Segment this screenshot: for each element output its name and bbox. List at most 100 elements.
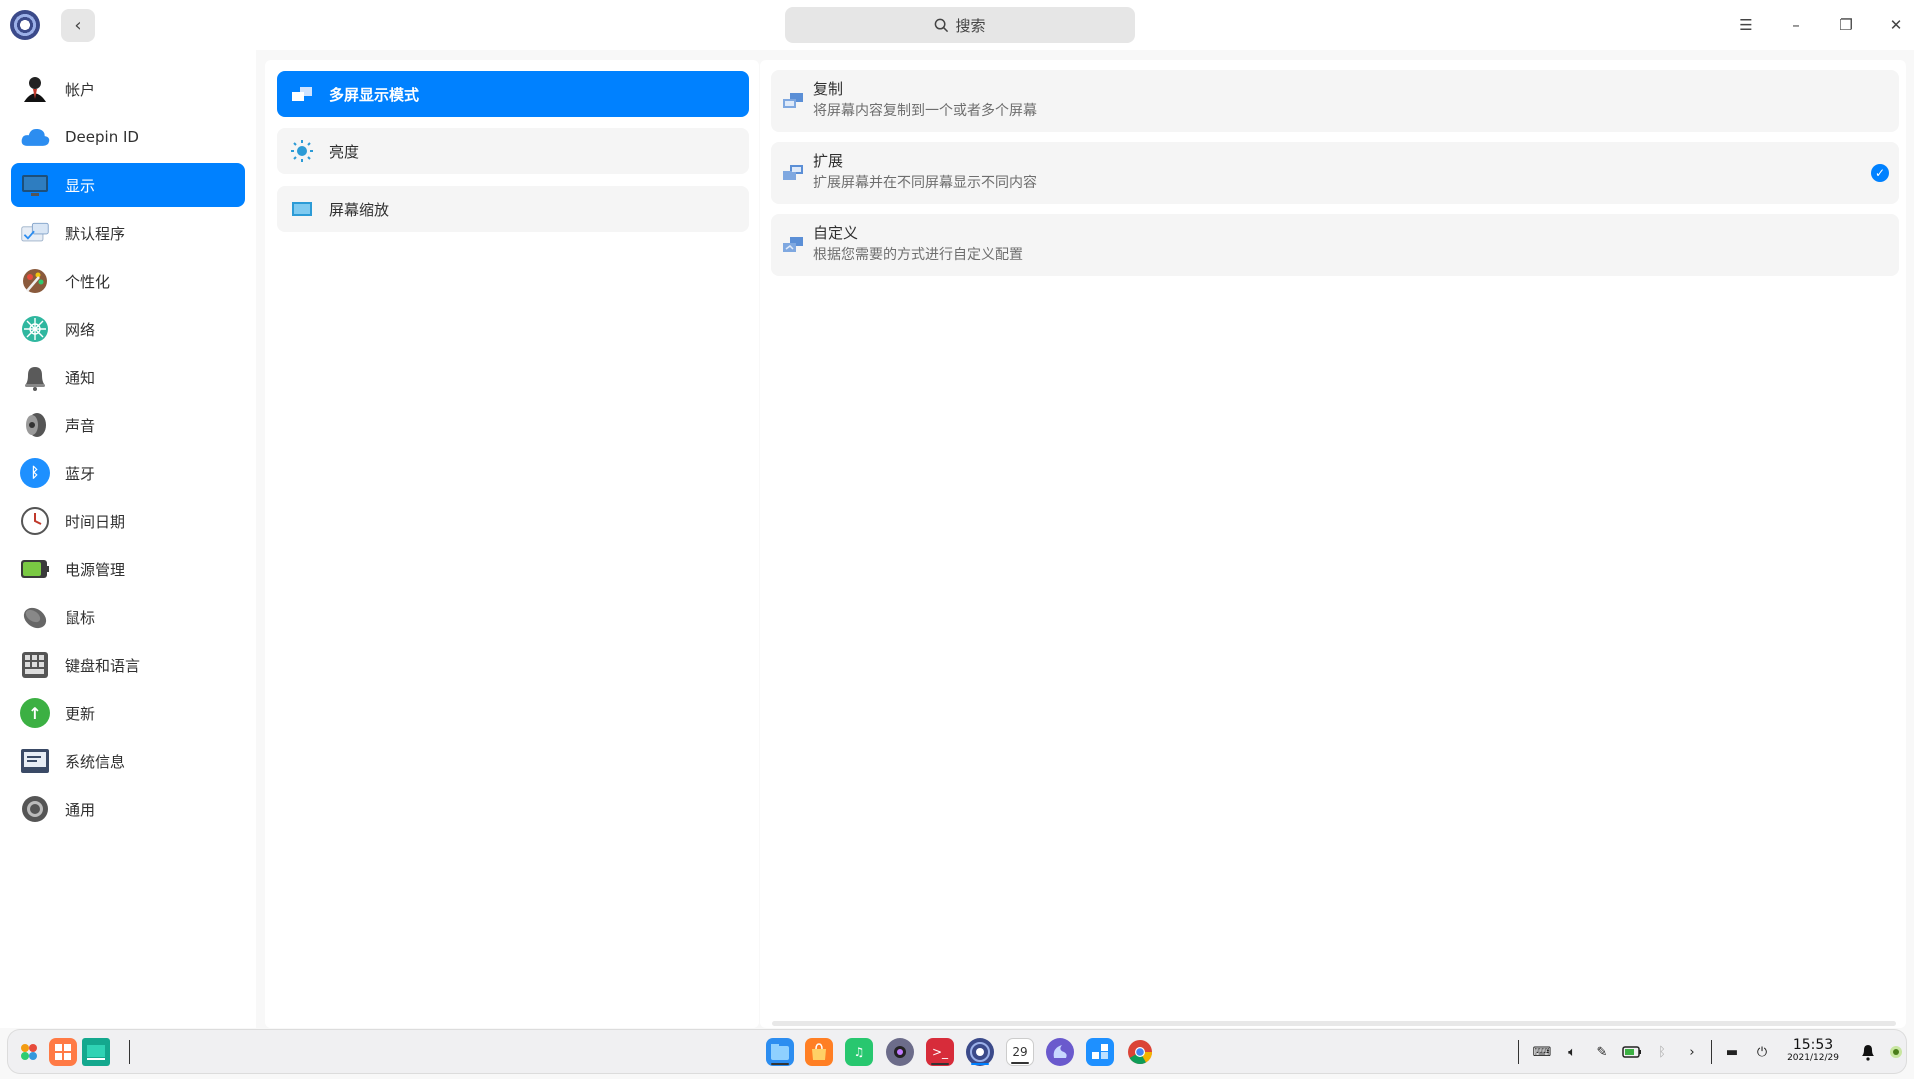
- subnav-item-multi-screen[interactable]: 多屏显示模式: [277, 71, 749, 117]
- display-icon: [20, 170, 50, 200]
- sidebar-item-label: 通知: [65, 368, 96, 387]
- browser-alt-icon[interactable]: [1046, 1038, 1074, 1066]
- sidebar-item-label: 更新: [65, 704, 96, 723]
- back-button[interactable]: ‹: [61, 9, 95, 42]
- sidebar-item-general[interactable]: 通用: [11, 787, 245, 831]
- title-bar: ‹ 搜索 ☰ – ❐ ✕: [0, 0, 1914, 50]
- brightness-icon: [291, 140, 313, 162]
- option-title: 自定义: [813, 224, 859, 242]
- sidebar-item-label: 鼠标: [65, 608, 96, 627]
- running-indicator: [931, 1063, 949, 1065]
- cloud-icon: [20, 122, 50, 152]
- keyboard-layout-icon[interactable]: ⌨: [1531, 1041, 1553, 1063]
- sidebar-item-system-info[interactable]: 系统信息: [11, 739, 245, 783]
- option-title: 复制: [813, 80, 844, 98]
- clock[interactable]: 15:53 2021/12/29: [1783, 1038, 1843, 1063]
- sidebar-item-display[interactable]: 显示: [11, 163, 245, 207]
- running-indicator: [971, 1063, 989, 1065]
- clock-date: 2021/12/29: [1787, 1053, 1839, 1063]
- sidebar-item-bluetooth[interactable]: ᛒ 蓝牙: [11, 451, 245, 495]
- sidebar-item-label: 电源管理: [65, 560, 126, 579]
- sidebar-item-label: 蓝牙: [65, 464, 96, 483]
- sidebar-item-personalization[interactable]: 个性化: [11, 259, 245, 303]
- volume-icon[interactable]: 🔈︎: [1561, 1041, 1583, 1063]
- horizontal-scrollbar[interactable]: [772, 1021, 1896, 1026]
- onscreen-keyboard-icon[interactable]: ▬: [1721, 1041, 1743, 1063]
- dock-separator: [129, 1040, 130, 1064]
- option-description: 扩展屏幕并在不同屏幕显示不同内容: [813, 175, 1037, 191]
- file-manager-icon[interactable]: [766, 1038, 794, 1066]
- search-input[interactable]: 搜索: [785, 7, 1135, 43]
- sidebar-item-mouse[interactable]: 鼠标: [11, 595, 245, 639]
- system-info-icon: [20, 746, 50, 776]
- calendar-icon[interactable]: 29: [1006, 1038, 1034, 1066]
- running-indicator: [771, 1063, 789, 1065]
- notification-bell-icon[interactable]: [1857, 1041, 1879, 1063]
- terminal-icon[interactable]: >_: [926, 1038, 954, 1066]
- assistant-status-icon[interactable]: [1885, 1041, 1907, 1063]
- maximize-button[interactable]: ❐: [1833, 12, 1859, 38]
- network-icon: [20, 314, 50, 344]
- sidebar-item-label: 时间日期: [65, 512, 126, 531]
- sidebar-item-deepin-id[interactable]: Deepin ID: [11, 115, 245, 159]
- bell-icon: [20, 362, 50, 392]
- scale-icon: [291, 198, 313, 220]
- sidebar-item-default-apps[interactable]: 默认程序: [11, 211, 245, 255]
- search-placeholder: 搜索: [955, 16, 986, 35]
- music-icon[interactable]: ♫: [845, 1038, 873, 1066]
- subnav-item-brightness[interactable]: 亮度: [277, 128, 749, 174]
- option-title: 扩展: [813, 152, 844, 170]
- battery-tray-icon[interactable]: [1621, 1041, 1643, 1063]
- app-store-icon[interactable]: [805, 1038, 833, 1066]
- mode-option-duplicate[interactable]: 复制 将屏幕内容复制到一个或者多个屏幕: [771, 70, 1899, 132]
- minimize-icon: –: [1792, 16, 1800, 34]
- control-center-icon[interactable]: [966, 1038, 994, 1066]
- sidebar-item-power[interactable]: 电源管理: [11, 547, 245, 591]
- mode-option-extend[interactable]: 扩展 扩展屏幕并在不同屏幕显示不同内容 ✓: [771, 142, 1899, 204]
- minimize-button[interactable]: –: [1783, 12, 1809, 38]
- personalization-icon: [20, 266, 50, 296]
- sidebar-item-notification[interactable]: 通知: [11, 355, 245, 399]
- battery-icon: [20, 554, 50, 584]
- subnav-item-label: 多屏显示模式: [329, 85, 420, 104]
- tray-expand-chevron-icon[interactable]: ›: [1681, 1041, 1703, 1063]
- sidebar-item-account[interactable]: 帐户: [11, 67, 245, 111]
- sidebar-item-update[interactable]: ↑ 更新: [11, 691, 245, 735]
- speaker-icon: [20, 410, 50, 440]
- sidebar-item-label: 显示: [65, 176, 96, 195]
- option-description: 将屏幕内容复制到一个或者多个屏幕: [813, 103, 1037, 119]
- sidebar-item-label: 默认程序: [65, 224, 126, 243]
- camera-icon[interactable]: [886, 1038, 914, 1066]
- sidebar-item-network[interactable]: 网络: [11, 307, 245, 351]
- subnav-item-scale[interactable]: 屏幕缩放: [277, 186, 749, 232]
- sidebar-item-label: 个性化: [65, 272, 111, 291]
- chrome-icon[interactable]: [1126, 1038, 1154, 1066]
- deepin-store-icon[interactable]: [1086, 1038, 1114, 1066]
- update-icon: ↑: [20, 698, 50, 728]
- launcher-icon[interactable]: [15, 1038, 43, 1066]
- bluetooth-icon: ᛒ: [20, 458, 50, 488]
- close-button[interactable]: ✕: [1883, 12, 1909, 38]
- close-icon: ✕: [1889, 16, 1903, 34]
- maximize-icon: ❐: [1839, 16, 1853, 34]
- power-icon[interactable]: ⏻: [1751, 1041, 1773, 1063]
- mouse-icon: [20, 602, 50, 632]
- sidebar-item-sound[interactable]: 声音: [11, 403, 245, 447]
- pen-icon[interactable]: ✎: [1591, 1041, 1613, 1063]
- display-subnav: 多屏显示模式 亮度 屏幕缩放: [265, 60, 759, 1028]
- chevron-left-icon: ‹: [74, 15, 82, 36]
- show-desktop-icon[interactable]: [82, 1038, 110, 1066]
- keyboard-icon: [20, 650, 50, 680]
- dock-separator: [1518, 1040, 1519, 1064]
- subnav-item-label: 亮度: [329, 142, 360, 161]
- custom-icon: [783, 237, 803, 252]
- multitask-view-icon[interactable]: [49, 1038, 77, 1066]
- sidebar-item-label: 系统信息: [65, 752, 126, 771]
- bluetooth-tray-icon[interactable]: ᛒ: [1651, 1041, 1673, 1063]
- sidebar-item-label: 通用: [65, 800, 96, 819]
- sidebar-item-datetime[interactable]: 时间日期: [11, 499, 245, 543]
- sidebar-item-label: 键盘和语言: [65, 656, 141, 675]
- menu-button[interactable]: ☰: [1733, 12, 1759, 38]
- mode-option-custom[interactable]: 自定义 根据您需要的方式进行自定义配置: [771, 214, 1899, 276]
- sidebar-item-keyboard[interactable]: 键盘和语言: [11, 643, 245, 687]
